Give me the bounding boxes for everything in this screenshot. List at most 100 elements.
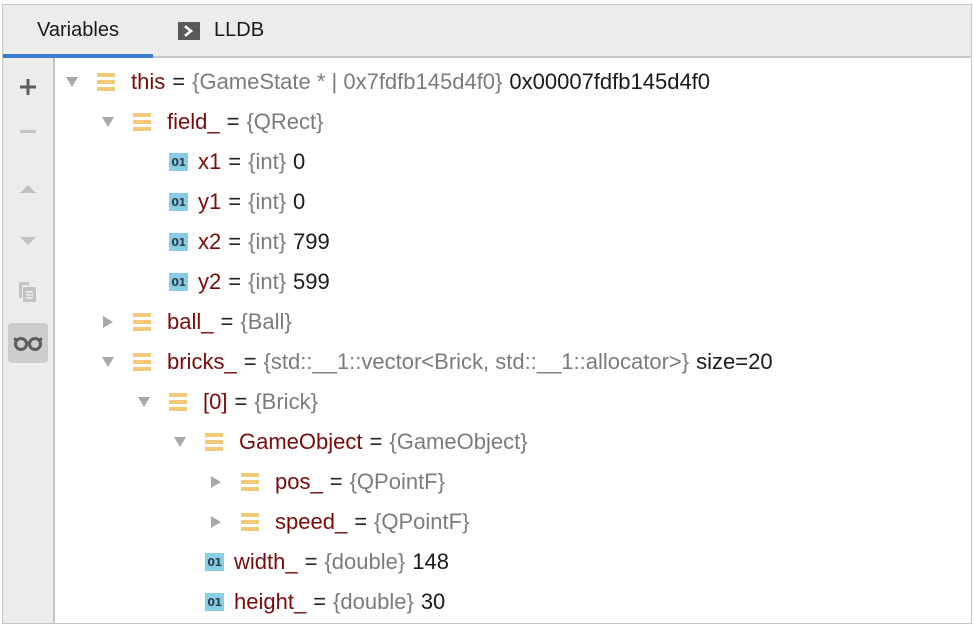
struct-icon	[133, 313, 151, 331]
plus-icon	[20, 79, 36, 95]
variables-tree: this = {GameState * | 0x7fdfb145d4f0} 0x000…	[55, 58, 971, 623]
variable-name: x2	[198, 229, 222, 254]
struct-icon	[205, 433, 223, 451]
variable-value: 30	[420, 589, 446, 614]
tree-row[interactable]: speed_ = {QPointF}	[207, 502, 469, 542]
equals-sign: =	[228, 149, 242, 174]
primitive-icon: 01	[169, 273, 188, 291]
equals-sign: =	[228, 189, 242, 214]
new-watch-button[interactable]	[8, 67, 48, 107]
tree-row[interactable]: 01 y2 = {int} 599	[169, 262, 330, 302]
variable-value: 599	[293, 269, 330, 294]
equals-sign: =	[172, 69, 186, 94]
tab-lldb[interactable]: LLDB	[178, 5, 264, 56]
variable-type: {int}	[248, 269, 287, 294]
show-watches-toggle[interactable]	[8, 323, 48, 363]
equals-sign: =	[234, 389, 248, 414]
equals-sign: =	[228, 229, 242, 254]
equals-sign: =	[313, 589, 327, 614]
struct-icon	[133, 113, 151, 131]
expand-arrow-right-icon[interactable]	[207, 513, 225, 531]
primitive-icon: 01	[205, 553, 224, 571]
primitive-icon: 01	[169, 193, 188, 211]
variable-value: 0x00007fdfb145d4f0	[509, 69, 711, 94]
expand-arrow-down-icon[interactable]	[135, 393, 153, 411]
variable-type: {GameState * | 0x7fdfb145d4f0}	[192, 69, 503, 94]
equals-sign: =	[220, 309, 234, 334]
move-down-button[interactable]	[8, 221, 48, 261]
variable-type: {GameObject}	[389, 429, 528, 454]
expand-arrow-down-icon[interactable]	[99, 113, 117, 131]
tree-row[interactable]: pos_ = {QPointF}	[207, 462, 445, 502]
variable-name: bricks_	[167, 349, 237, 374]
tree-row[interactable]: GameObject = {GameObject}	[171, 422, 528, 462]
variable-value: 799	[293, 229, 330, 254]
debugger-panel: Variables LLDB this = {GameState * | 0x7…	[2, 4, 972, 624]
variable-type: {int}	[248, 189, 287, 214]
equals-sign: =	[369, 429, 383, 454]
tree-row[interactable]: 01 height_ = {double} 30	[205, 582, 445, 622]
variable-name: x1	[198, 149, 222, 174]
variable-name: ball_	[167, 309, 214, 334]
variable-name: width_	[234, 549, 298, 574]
primitive-icon: 01	[169, 153, 188, 171]
variable-type: {QRect}	[246, 109, 324, 134]
variable-name: GameObject	[239, 429, 363, 454]
variable-value: 0	[293, 189, 306, 214]
variable-value: 0	[293, 149, 306, 174]
expand-arrow-down-icon[interactable]	[63, 73, 81, 91]
equals-sign: =	[228, 269, 242, 294]
variable-type: {QPointF}	[374, 509, 470, 534]
tab-bar: Variables LLDB	[3, 5, 971, 58]
variable-name: pos_	[275, 469, 323, 494]
expand-arrow-right-icon[interactable]	[99, 313, 117, 331]
tree-row[interactable]: 01 x2 = {int} 799	[169, 222, 330, 262]
variable-value: 148	[412, 549, 449, 574]
tree-row[interactable]: 01 y1 = {int} 0	[169, 182, 305, 222]
equals-sign: =	[329, 469, 343, 494]
arrow-down-icon	[20, 237, 36, 245]
tab-lldb-label: LLDB	[214, 19, 265, 41]
duplicate-icon	[19, 282, 36, 302]
variable-name: height_	[234, 589, 307, 614]
minus-icon	[20, 130, 36, 133]
variable-type: {QPointF}	[349, 469, 445, 494]
variable-type: {std::__1::vector<Brick, std::__1::alloc…	[263, 349, 690, 374]
struct-icon	[169, 393, 187, 411]
variable-type: {Brick}	[254, 389, 318, 414]
tree-row[interactable]: field_ = {QRect}	[99, 102, 324, 142]
variable-name: [0]	[203, 389, 228, 414]
variable-type: {double}	[324, 549, 406, 574]
tab-variables-label: Variables	[37, 19, 119, 41]
expand-arrow-down-icon[interactable]	[171, 433, 189, 451]
equals-sign: =	[354, 509, 368, 534]
variable-name: y1	[198, 189, 222, 214]
variable-name: this	[131, 69, 166, 94]
tree-row[interactable]: bricks_ = {std::__1::vector<Brick, std::__…	[99, 342, 773, 382]
equals-sign: =	[226, 109, 240, 134]
primitive-icon: 01	[205, 593, 224, 611]
tab-variables[interactable]: Variables	[3, 5, 153, 58]
primitive-icon: 01	[169, 233, 188, 251]
tree-row[interactable]: [0] = {Brick}	[135, 382, 318, 422]
tree-row[interactable]: ball_ = {Ball}	[99, 302, 292, 342]
expand-arrow-right-icon[interactable]	[207, 473, 225, 491]
tree-row[interactable]: this = {GameState * | 0x7fdfb145d4f0} 0x000…	[63, 62, 710, 102]
expand-arrow-down-icon[interactable]	[99, 353, 117, 371]
move-up-button[interactable]	[8, 168, 48, 208]
equals-sign: =	[243, 349, 257, 374]
duplicate-button[interactable]	[8, 272, 48, 312]
arrow-up-icon	[20, 185, 36, 193]
struct-icon	[133, 353, 151, 371]
tree-row[interactable]: 01 x1 = {int} 0	[169, 142, 305, 182]
variable-name: speed_	[275, 509, 348, 534]
variable-type: {int}	[248, 149, 287, 174]
struct-icon	[241, 473, 259, 491]
remove-watch-button[interactable]	[8, 111, 48, 151]
variable-type: {int}	[248, 229, 287, 254]
variable-type: {double}	[333, 589, 414, 614]
console-icon	[178, 21, 200, 40]
tree-row[interactable]: 01 width_ = {double} 148	[205, 542, 449, 582]
variable-type: {Ball}	[240, 309, 292, 334]
variable-name: y2	[198, 269, 222, 294]
